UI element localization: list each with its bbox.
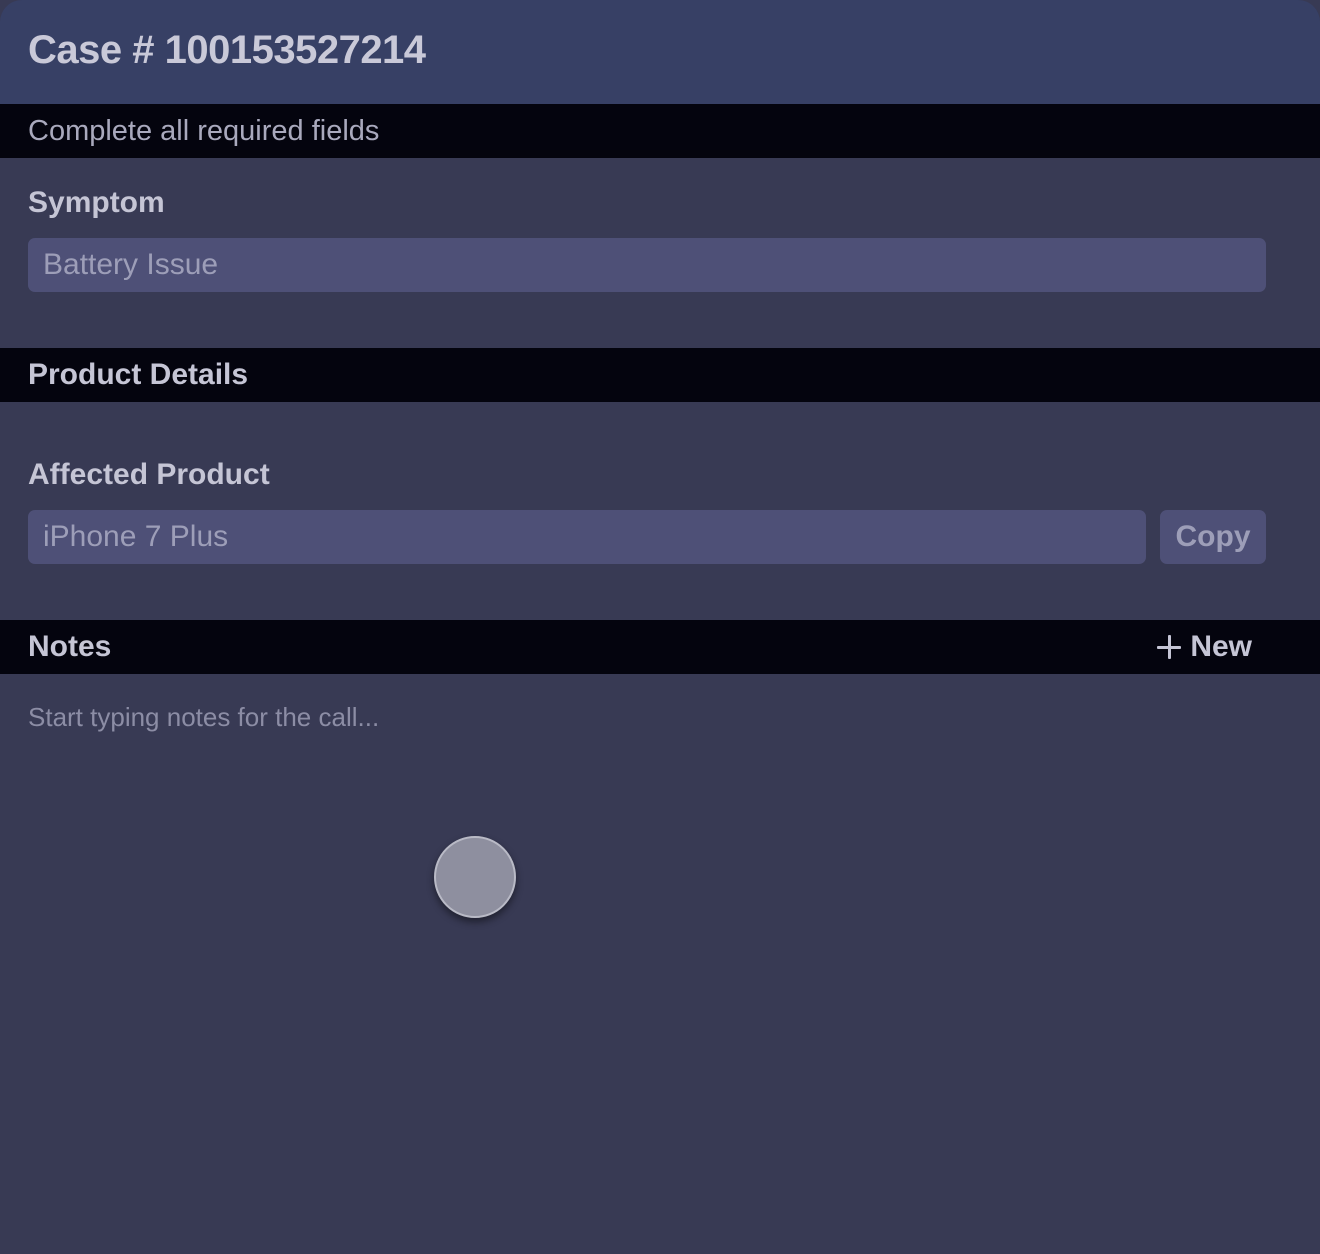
copy-button[interactable]: Copy: [1160, 510, 1266, 564]
affected-product-label: Affected Product: [28, 458, 270, 491]
case-header: Case # 100153527214: [0, 0, 1320, 104]
product-details-title: Product Details: [28, 358, 249, 391]
notes-title: Notes: [28, 630, 112, 663]
touch-indicator: [434, 836, 516, 918]
new-note-button[interactable]: New: [1157, 628, 1252, 666]
notes-section-header: Notes New: [0, 620, 1320, 674]
case-form-window: Case # 100153527214 Complete all require…: [0, 0, 1320, 1254]
affected-product-field[interactable]: iPhone 7 Plus: [28, 510, 1146, 564]
new-note-label: New: [1190, 630, 1252, 663]
case-title: Case # 100153527214: [28, 28, 426, 72]
symptom-field[interactable]: Battery Issue: [28, 238, 1266, 292]
symptom-value: Battery Issue: [43, 248, 219, 281]
affected-product-value: iPhone 7 Plus: [43, 520, 229, 553]
product-details-section-header: Product Details: [0, 348, 1320, 402]
instruction-bar: Complete all required fields: [0, 104, 1320, 158]
plus-icon: [1157, 635, 1182, 659]
notes-textarea[interactable]: [0, 674, 1320, 1254]
symptom-label: Symptom: [28, 186, 165, 219]
instruction-text: Complete all required fields: [28, 115, 380, 147]
